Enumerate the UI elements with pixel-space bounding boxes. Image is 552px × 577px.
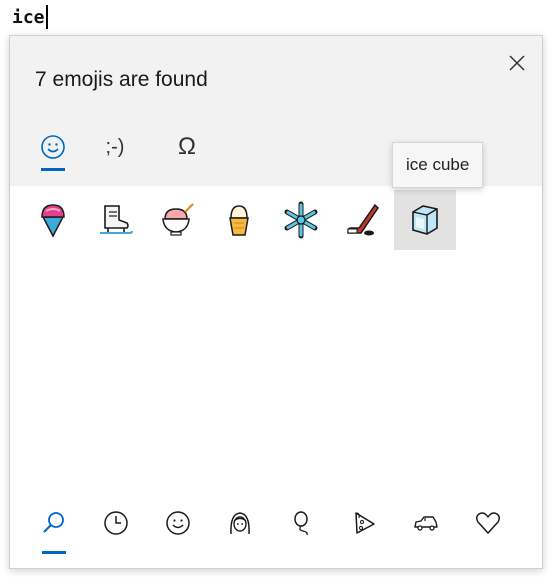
emoji-ice-cream[interactable] [208, 190, 270, 250]
category-travel[interactable] [404, 501, 448, 545]
emoji-tooltip: ice cube [392, 142, 484, 188]
category-people[interactable] [218, 501, 262, 545]
emoji-ice-hockey[interactable] [332, 190, 394, 250]
emoji-ice-skate[interactable] [84, 190, 146, 250]
smiley-face-icon [166, 511, 190, 535]
close-button[interactable] [502, 48, 532, 78]
person-icon [230, 512, 250, 535]
heart-icon [475, 512, 501, 534]
tab-kaomoji-label: ;-) [105, 135, 125, 158]
text-editor-line[interactable]: ice [12, 4, 48, 30]
emoji-snowflake[interactable] [270, 190, 332, 250]
shaved-ice-bowl-icon [162, 203, 194, 236]
shaved-ice-icon [41, 204, 65, 238]
close-icon [509, 55, 525, 71]
active-tab-indicator [41, 168, 65, 171]
category-search[interactable] [32, 501, 76, 554]
ice-hockey-icon [347, 203, 379, 236]
tab-symbols-label: Ω [178, 133, 196, 160]
tab-kaomoji[interactable]: ;-) [90, 122, 140, 172]
category-smileys[interactable] [156, 501, 200, 545]
typed-text: ice [12, 6, 45, 28]
category-symbols[interactable] [466, 501, 510, 545]
car-icon [414, 516, 438, 531]
emoji-shaved-ice[interactable] [22, 190, 84, 250]
category-food[interactable] [342, 501, 386, 545]
category-celebration[interactable] [280, 501, 324, 545]
category-bar [10, 501, 542, 561]
snowflake-icon [284, 201, 318, 239]
ice-cream-icon [229, 205, 249, 236]
tab-symbols[interactable]: Ω [162, 122, 212, 172]
emoji-ice-cube[interactable] [394, 190, 456, 250]
search-icon [43, 512, 64, 533]
emoji-picker-panel: 7 emojis are found ;-) Ω ice cube [9, 35, 543, 569]
results-count-title: 7 emojis are found [35, 68, 208, 91]
tab-emoji[interactable] [28, 122, 78, 172]
ice-skate-icon [100, 205, 133, 234]
smiley-icon [41, 135, 65, 159]
category-recent[interactable] [94, 501, 138, 545]
clock-icon [104, 511, 128, 535]
emoji-shaved-ice-bowl[interactable] [146, 190, 208, 250]
balloon-icon [294, 511, 308, 536]
pizza-icon [355, 512, 375, 534]
text-caret [45, 5, 48, 29]
ice-cube-icon [412, 205, 438, 235]
active-category-indicator [42, 551, 66, 554]
